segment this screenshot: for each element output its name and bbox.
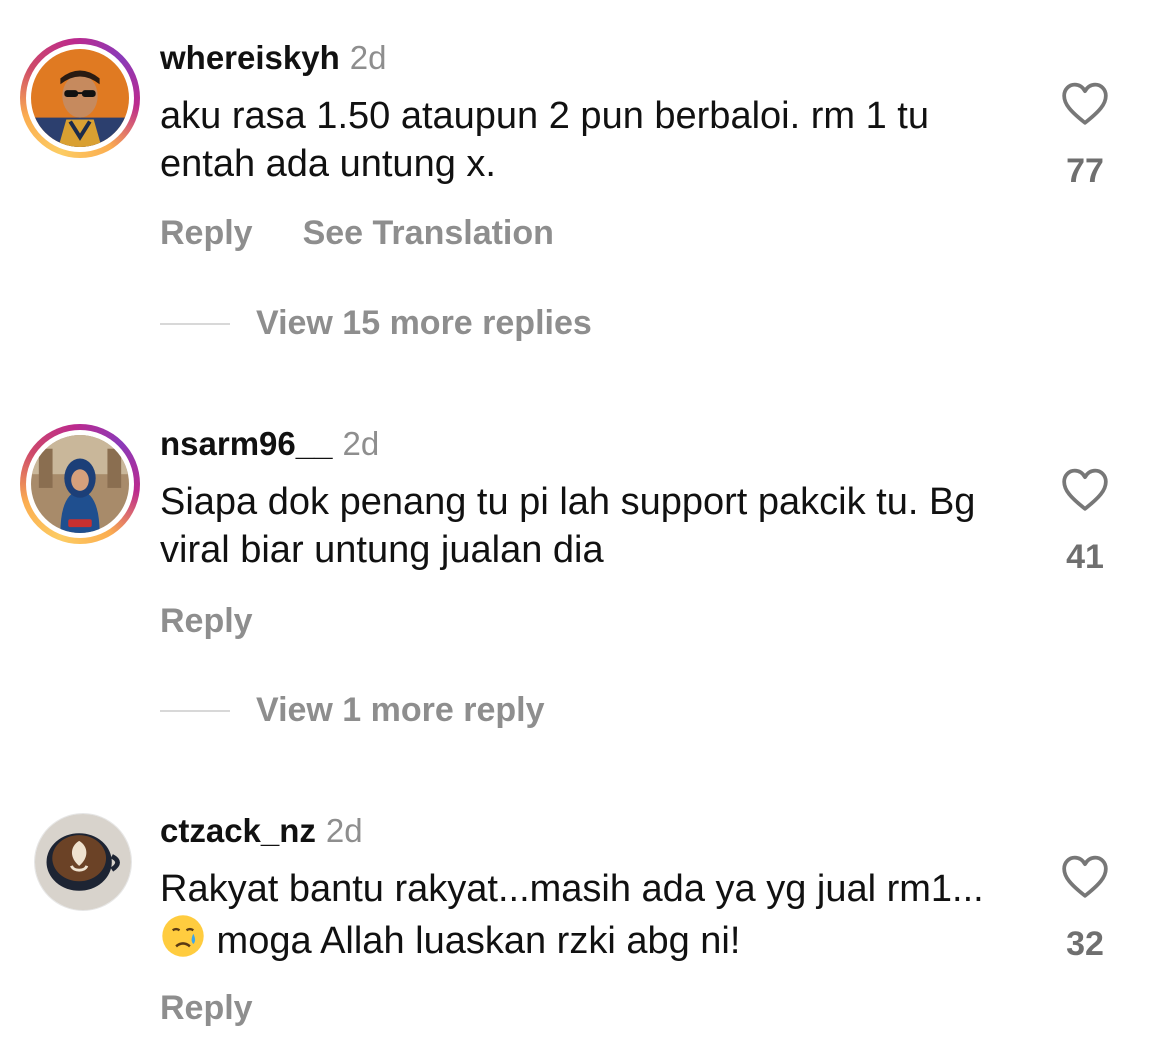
comment-actions: Reply	[160, 989, 253, 1028]
comment-actions: Reply	[160, 602, 253, 641]
timestamp: 2d	[325, 812, 363, 849]
avatar	[31, 49, 129, 147]
heart-outline-icon[interactable]	[1060, 466, 1110, 512]
like-count: 41	[1066, 538, 1104, 576]
comment-text-part: Rakyat bantu rakyat...masih ada ya yg ju…	[160, 868, 984, 910]
reply-button[interactable]: Reply	[160, 989, 253, 1027]
see-translation-button[interactable]: See Translation	[303, 214, 554, 252]
username[interactable]: whereiskyh	[160, 39, 340, 76]
comment-text: Rakyat bantu rakyat...masih ada ya yg ju…	[160, 865, 1000, 965]
divider-line	[160, 322, 230, 325]
divider-line	[160, 709, 230, 712]
reply-button[interactable]: Reply	[160, 602, 253, 640]
comment-header: nsarm96__ 2d	[160, 424, 379, 464]
view-replies-button[interactable]: View 15 more replies	[160, 304, 592, 343]
heart-outline-icon[interactable]	[1060, 853, 1110, 899]
comment-text-part: moga Allah luaskan rzki abg ni!	[206, 920, 741, 962]
crying-face-emoji	[162, 915, 204, 957]
timestamp: 2d	[342, 425, 380, 462]
like-control: 32	[1040, 853, 1130, 964]
avatar-story-ring[interactable]	[20, 424, 140, 544]
comment-text: Siapa dok penang tu pi lah support pakci…	[160, 481, 976, 571]
comment-header: ctzack_nz 2d	[160, 811, 363, 851]
like-control: 77	[1040, 80, 1130, 191]
comment-text: aku rasa 1.50 ataupun 2 pun berbaloi. rm…	[160, 95, 929, 185]
timestamp: 2d	[349, 39, 387, 76]
username[interactable]: nsarm96__	[160, 425, 332, 462]
heart-outline-icon[interactable]	[1060, 80, 1110, 126]
like-control: 41	[1040, 466, 1130, 577]
view-replies-label: View 15 more replies	[256, 304, 592, 342]
comment-actions: Reply See Translation	[160, 214, 554, 253]
avatar[interactable]	[34, 813, 132, 911]
view-replies-button[interactable]: View 1 more reply	[160, 691, 545, 730]
username[interactable]: ctzack_nz	[160, 812, 316, 849]
like-count: 77	[1066, 152, 1104, 190]
reply-button[interactable]: Reply	[160, 214, 253, 252]
view-replies-label: View 1 more reply	[256, 691, 545, 729]
like-count: 32	[1066, 925, 1104, 963]
avatar	[31, 435, 129, 533]
avatar-story-ring[interactable]	[20, 38, 140, 158]
comment-header: whereiskyh 2d	[160, 38, 386, 78]
